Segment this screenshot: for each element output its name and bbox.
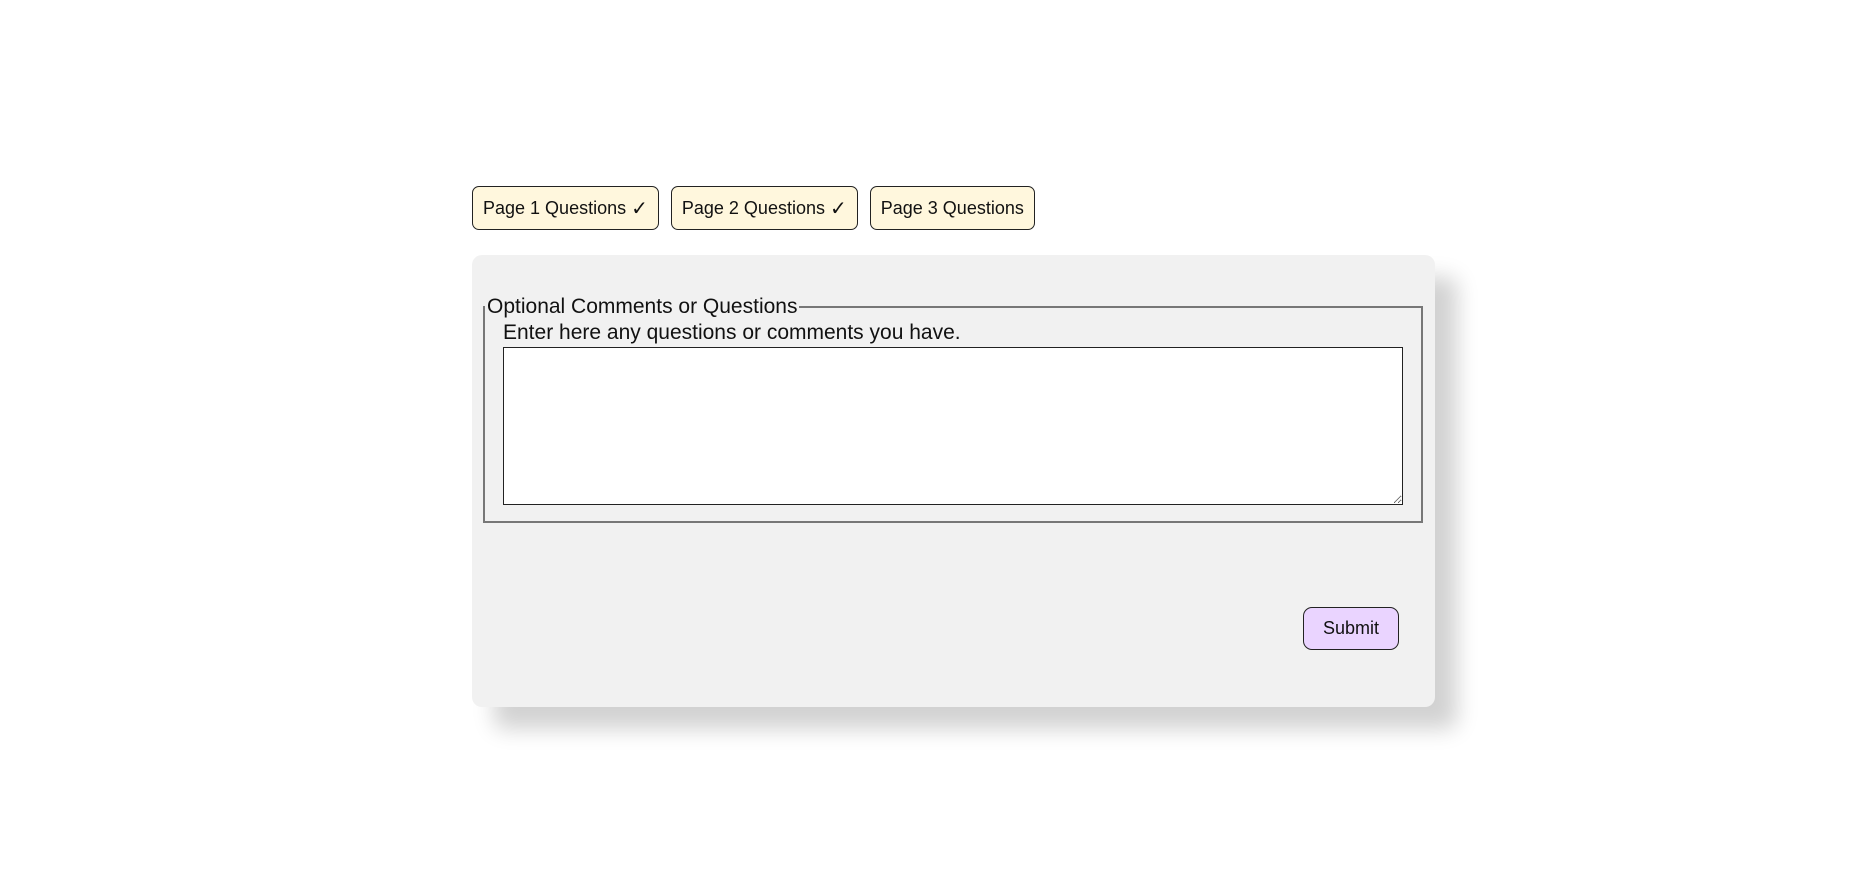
tab-label: Page 3 Questions xyxy=(880,197,1024,218)
form-panel: Optional Comments or Questions Enter her… xyxy=(472,255,1435,707)
tab-page-2-questions[interactable]: Page 2 Questions ✓ xyxy=(670,186,858,230)
comments-textarea[interactable] xyxy=(503,347,1403,505)
checkmark-icon: ✓ xyxy=(829,197,847,220)
submit-button[interactable]: Submit xyxy=(1303,607,1399,650)
comments-prompt: Enter here any questions or comments you… xyxy=(503,321,961,344)
comments-fieldset: Optional Comments or Questions Enter her… xyxy=(483,295,1423,523)
tab-page-1-questions[interactable]: Page 1 Questions ✓ xyxy=(472,186,659,230)
fieldset-legend: Optional Comments or Questions xyxy=(487,295,798,318)
tab-label: Page 1 Questions xyxy=(483,197,627,218)
checkmark-icon: ✓ xyxy=(631,197,648,220)
page-tabs: Page 1 Questions ✓ Page 2 Questions ✓ Pa… xyxy=(472,186,1035,230)
tab-label: Page 2 Questions xyxy=(681,197,825,218)
tab-page-3-questions[interactable]: Page 3 Questions xyxy=(869,186,1035,230)
